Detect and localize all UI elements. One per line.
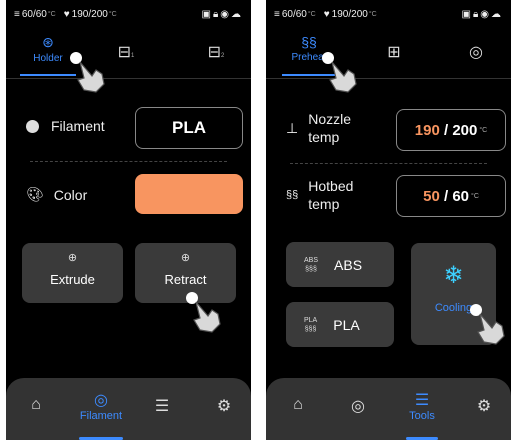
tap-hand-icon: [322, 52, 357, 93]
dashed-divider: [30, 161, 227, 162]
printer-icon: ▣: [461, 8, 471, 20]
nozzle-temp-status: 190/200: [331, 8, 368, 20]
filament-select[interactable]: PLA: [135, 107, 243, 149]
tab-extruder-2[interactable]: ⊟2: [196, 34, 236, 82]
tap-hand-icon: [186, 292, 221, 333]
snowflake-icon: ❄︎: [443, 262, 464, 289]
bottom-nav: ⌂ ◎ Filament ☰ ⚙︎: [6, 378, 251, 440]
hotbed-temp-label: §§ Hotbed temp: [286, 178, 354, 212]
spool-icon: ◎: [94, 392, 108, 409]
nozzle-icon: ♥: [323, 8, 330, 20]
nav-settings[interactable]: ⚙︎: [466, 378, 502, 440]
spool-icon: ◎: [351, 398, 365, 415]
color-swatch[interactable]: [135, 174, 243, 214]
cloud-icon: ☁︎: [491, 8, 501, 20]
filament-icon: [26, 119, 39, 133]
color-row-label: 🎨︎ Color: [26, 186, 88, 203]
location-icon: ◉: [220, 8, 229, 20]
lock-icon: 🔒︎: [472, 8, 479, 20]
fan-block-icon: ⊞: [387, 44, 401, 61]
tab-extruder-1[interactable]: ⊟1: [106, 34, 146, 82]
tools-tabs: §§ Preheat ⊞ ◎: [266, 34, 511, 76]
hotbed-temp-icon: §§: [286, 189, 299, 201]
cloud-icon: ☁︎: [231, 8, 241, 20]
tab-calibrate[interactable]: ◎: [456, 34, 496, 82]
gear-icon: ⚙︎: [476, 398, 492, 415]
tab-divider: [266, 78, 511, 79]
tap-hand-icon: [70, 52, 105, 93]
hotbed-icon: ≡: [14, 8, 20, 20]
tab-fan[interactable]: ⊞: [374, 34, 414, 82]
nav-home[interactable]: ⌂: [280, 378, 316, 440]
nav-filament[interactable]: ◎ Filament: [71, 378, 131, 440]
pla-heat-icon: PLA §§§: [304, 316, 318, 333]
sliders-icon: ☰: [154, 398, 170, 415]
lock-icon: 🔒︎: [212, 8, 219, 20]
nav-settings[interactable]: ⚙︎: [206, 378, 242, 440]
status-bar: ≡ 60/60 °C ♥ 190/200 °C ▣ 🔒︎ ◉ ☁︎: [274, 8, 501, 20]
gear-icon: ⚙︎: [216, 398, 232, 415]
palette-icon: 🎨︎: [26, 186, 44, 202]
preset-abs-button[interactable]: ABS §§§ ABS: [286, 242, 394, 287]
nav-tools[interactable]: ☰ Tools: [398, 378, 446, 440]
hotbed-temp-input[interactable]: 50 / 60 °C: [396, 175, 506, 217]
bed-temp-status: 60/60: [21, 8, 47, 20]
printer-icon: ▣: [201, 8, 211, 20]
home-printer-icon: ⌂: [31, 396, 41, 413]
tap-hand-icon: [470, 304, 505, 345]
extrude-icon: ⊕: [67, 252, 78, 264]
retract-icon: ⊕: [180, 252, 191, 264]
nozzle-temp-label: ⊥ Nozzle temp: [286, 111, 351, 145]
nav-home[interactable]: ⌂: [16, 378, 56, 440]
extruder-icon: ⊟: [207, 44, 222, 61]
nav-filament[interactable]: ◎: [340, 378, 376, 440]
hotbed-icon: ≡: [274, 8, 280, 20]
nav-tools[interactable]: ☰: [144, 378, 180, 440]
nozzle-icon: ♥: [63, 8, 70, 20]
status-bar: ≡ 60/60 °C ♥ 190/200 °C ▣ 🔒︎ ◉ ☁︎: [14, 8, 241, 20]
abs-heat-icon: ABS §§§: [304, 256, 319, 273]
nozzle-temp-status: 190/200: [71, 8, 108, 20]
filament-tabs: ⊛ Holder ⊟1 ⊟2: [6, 34, 251, 76]
tab-divider: [6, 78, 251, 79]
nozzle-temp-icon: ⊥: [286, 119, 299, 136]
sliders-icon: ☰: [414, 392, 430, 409]
target-icon: ◎: [469, 44, 483, 61]
extruder-icon: ⊟: [117, 44, 132, 61]
filament-screen: ≡ 60/60 °C ♥ 190/200 °C ▣ 🔒︎ ◉ ☁︎ ⊛ Hold…: [6, 0, 251, 440]
location-icon: ◉: [480, 8, 489, 20]
nozzle-temp-input[interactable]: 190 / 200 °C: [396, 109, 506, 151]
dashed-divider: [290, 163, 487, 164]
bed-temp-status: 60/60: [281, 8, 307, 20]
extrude-button[interactable]: ⊕ Extrude: [22, 243, 123, 303]
tools-screen: ≡ 60/60 °C ♥ 190/200 °C ▣ 🔒︎ ◉ ☁︎ §§ Pre…: [266, 0, 511, 440]
preset-pla-button[interactable]: PLA §§§ PLA: [286, 302, 394, 347]
filament-row-label: Filament: [26, 118, 105, 134]
bottom-nav: ⌂ ◎ ☰ Tools ⚙︎: [266, 378, 511, 440]
home-printer-icon: ⌂: [293, 396, 303, 413]
